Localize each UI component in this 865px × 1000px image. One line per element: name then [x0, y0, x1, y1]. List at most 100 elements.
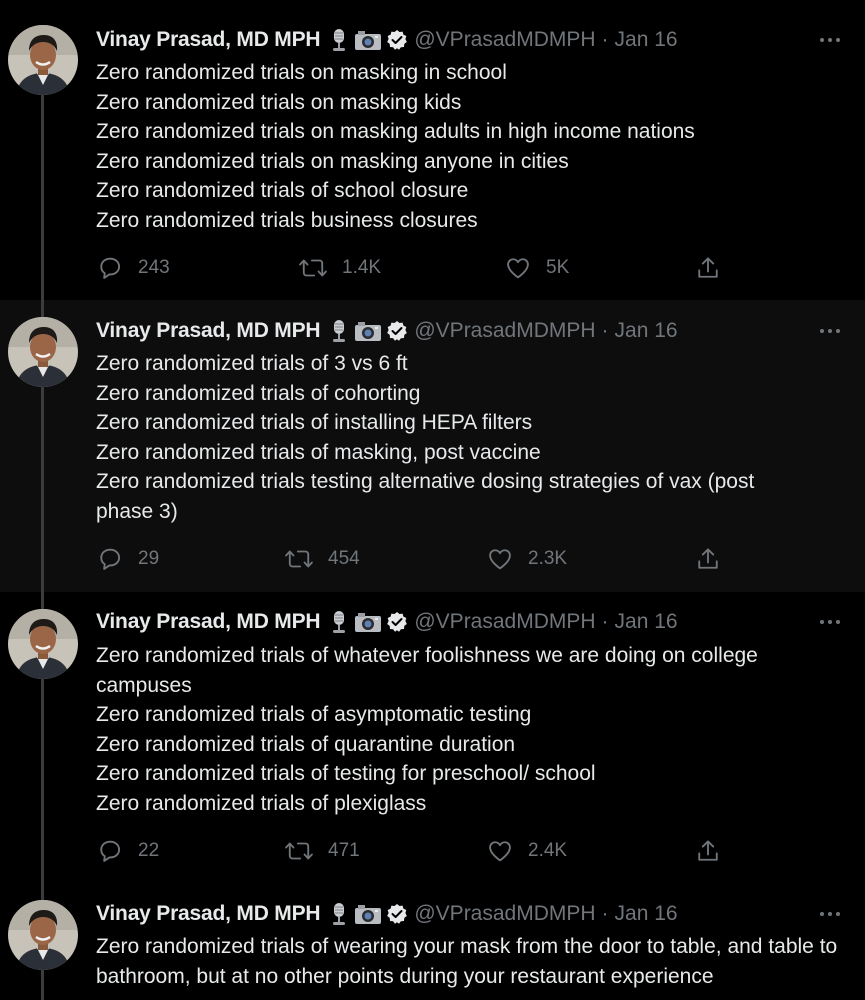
tweet-line: Zero randomized trials of 3 vs 6 ft — [96, 352, 408, 375]
thread-line — [41, 679, 44, 884]
thread-line — [41, 95, 44, 300]
camera-icon — [354, 903, 382, 925]
tweet-line: Zero randomized trials of asymptomatic t… — [96, 703, 532, 726]
tweet-actions: 29 454 2.3K — [96, 544, 736, 574]
tweet-line: Zero randomized trials on masking in sch… — [96, 61, 507, 84]
author-handle[interactable]: @VPrasadMDMPH — [414, 319, 595, 343]
like-count: 5K — [546, 257, 570, 278]
author-name[interactable]: Vinay Prasad, MD MPH — [96, 319, 321, 343]
tweet-line: Zero randomized trials of school closure — [96, 179, 469, 202]
share-button[interactable] — [694, 544, 722, 574]
tweet-date[interactable]: Jan 16 — [615, 610, 678, 634]
retweet-count: 1.4K — [342, 257, 382, 278]
more-options-icon[interactable] — [818, 904, 842, 924]
more-options-icon[interactable] — [818, 30, 842, 50]
verified-badge-icon — [386, 29, 408, 51]
reply-button[interactable]: 22 — [96, 836, 159, 866]
retweet-count: 454 — [328, 548, 360, 569]
tweet-line: Zero randomized trials on masking adults… — [96, 120, 695, 143]
tweet-header: Vinay Prasad, MD MPH @VPrasadMDMPH · Jan… — [96, 608, 678, 636]
author-handle[interactable]: @VPrasadMDMPH — [414, 902, 595, 926]
tweet-line: Zero randomized trials business closures — [96, 208, 478, 232]
retweet-button[interactable]: 454 — [284, 544, 360, 574]
tweet-3[interactable]: Vinay Prasad, MD MPH @VPrasadMDMPH · Jan… — [0, 592, 865, 884]
reply-count: 22 — [138, 840, 160, 861]
tweet-line: Zero randomized trials of masking, post … — [96, 440, 541, 464]
tweet-actions: 243 1.4K 5K — [96, 253, 736, 283]
like-button[interactable]: 2.3K — [486, 544, 567, 574]
share-button[interactable] — [694, 253, 722, 283]
tweet-date[interactable]: Jan 16 — [615, 319, 678, 343]
tweet-line: Zero randomized trials of wearing your m… — [96, 935, 838, 988]
tweet-text: Zero randomized trials on masking in sch… — [96, 58, 846, 235]
author-avatar[interactable] — [8, 609, 78, 679]
verified-badge-icon — [386, 320, 408, 342]
author-name[interactable]: Vinay Prasad, MD MPH — [96, 610, 321, 634]
tweet-actions: 22 471 2.4K — [96, 836, 736, 866]
header-separator: · — [601, 610, 609, 633]
like-count: 2.4K — [528, 840, 568, 861]
reply-count: 243 — [138, 257, 170, 278]
tweet-date[interactable]: Jan 16 — [615, 28, 678, 52]
tweet-header: Vinay Prasad, MD MPH @VPrasadMDMPH · Jan… — [96, 317, 678, 345]
author-avatar[interactable] — [8, 25, 78, 95]
thread-line — [41, 592, 44, 609]
tweet-text: Zero randomized trials of wearing your m… — [96, 932, 846, 991]
camera-icon — [354, 29, 382, 51]
tweet-header: Vinay Prasad, MD MPH @VPrasadMDMPH · Jan… — [96, 26, 678, 54]
header-separator: · — [601, 902, 609, 925]
author-name[interactable]: Vinay Prasad, MD MPH — [96, 902, 321, 926]
like-button[interactable]: 2.4K — [486, 836, 567, 866]
tweet-line: Zero randomized trials of plexiglass — [96, 791, 427, 815]
retweet-button[interactable]: 1.4K — [298, 253, 381, 283]
reply-count: 29 — [138, 548, 160, 569]
like-icon — [504, 254, 532, 282]
camera-icon — [354, 611, 382, 633]
microphone-icon — [328, 319, 350, 343]
tweet-line: Zero randomized trials testing alternati… — [96, 470, 755, 523]
tweet-line: Zero randomized trials of quarantine dur… — [96, 732, 516, 756]
author-name[interactable]: Vinay Prasad, MD MPH — [96, 28, 321, 52]
retweet-button[interactable]: 471 — [284, 836, 360, 866]
camera-icon — [354, 320, 382, 342]
tweet-line: Zero randomized trials on masking anyone… — [96, 149, 569, 173]
like-icon — [486, 837, 514, 865]
author-avatar[interactable] — [8, 317, 78, 387]
share-button[interactable] — [694, 836, 722, 866]
tweet-line: Zero randomized trials on masking kids — [96, 90, 462, 114]
tweet-4[interactable]: Vinay Prasad, MD MPH @VPrasadMDMPH · Jan… — [0, 884, 865, 1000]
reply-icon — [96, 254, 124, 282]
tweet-line: Zero randomized trials of installing HEP… — [96, 411, 533, 434]
author-handle[interactable]: @VPrasadMDMPH — [414, 610, 595, 634]
tweet-2[interactable]: Vinay Prasad, MD MPH @VPrasadMDMPH · Jan… — [0, 300, 865, 592]
tweet-text: Zero randomized trials of whatever fooli… — [96, 641, 816, 818]
header-separator: · — [601, 319, 609, 342]
tweet-header: Vinay Prasad, MD MPH @VPrasadMDMPH · Jan… — [96, 900, 678, 928]
reply-button[interactable]: 243 — [96, 253, 170, 283]
author-handle[interactable]: @VPrasadMDMPH — [414, 28, 595, 52]
thread-line — [41, 387, 44, 592]
verified-badge-icon — [386, 903, 408, 925]
tweet-line: Zero randomized trials of whatever fooli… — [96, 644, 758, 697]
retweet-icon — [284, 837, 314, 865]
microphone-icon — [328, 28, 350, 52]
tweet-thread: Vinay Prasad, MD MPH @VPrasadMDMPH · Jan… — [0, 0, 865, 1000]
like-button[interactable]: 5K — [504, 253, 569, 283]
tweet-text: Zero randomized trials of 3 vs 6 ft Zero… — [96, 349, 816, 526]
more-options-icon[interactable] — [818, 321, 842, 341]
share-icon — [694, 837, 722, 865]
tweet-1[interactable]: Vinay Prasad, MD MPH @VPrasadMDMPH · Jan… — [0, 0, 865, 300]
retweet-icon — [284, 545, 314, 573]
verified-badge-icon — [386, 611, 408, 633]
retweet-count: 471 — [328, 840, 360, 861]
more-options-icon[interactable] — [818, 612, 842, 632]
reply-button[interactable]: 29 — [96, 544, 159, 574]
tweet-date[interactable]: Jan 16 — [615, 902, 678, 926]
share-icon — [694, 545, 722, 573]
thread-line — [41, 300, 44, 317]
retweet-icon — [298, 254, 328, 282]
author-avatar[interactable] — [8, 900, 78, 970]
microphone-icon — [328, 610, 350, 634]
reply-icon — [96, 545, 124, 573]
thread-line — [41, 970, 44, 1000]
